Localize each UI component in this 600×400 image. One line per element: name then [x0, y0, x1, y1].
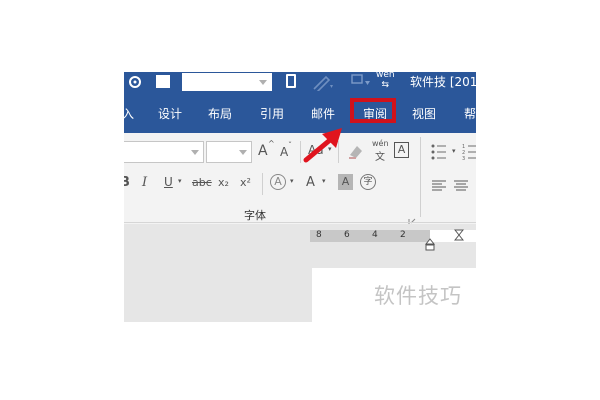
quick-access-icon[interactable] [128, 74, 142, 88]
subscript-button[interactable]: x₂ [218, 176, 229, 189]
underline-dropdown-icon[interactable]: ▾ [178, 177, 182, 185]
tab-help[interactable]: 帮 [464, 105, 476, 122]
font-color-dropdown-icon[interactable]: ▾ [322, 177, 326, 185]
indent-marker-icon[interactable] [424, 236, 436, 255]
ruler-number: 6 [344, 230, 350, 240]
strikethrough-button[interactable]: abc [192, 176, 212, 189]
tab-view[interactable]: 视图 [412, 105, 436, 122]
enclose-characters-button[interactable]: 字 [360, 174, 376, 190]
save-icon[interactable] [156, 75, 170, 88]
new-document-icon[interactable] [286, 74, 296, 88]
bold-button[interactable]: B [124, 175, 130, 190]
phonetic-title-icon[interactable]: wén ⇆ [376, 72, 395, 90]
ribbon-divider-3 [262, 173, 263, 195]
ruler-white-segment [430, 230, 476, 242]
ribbon-bottom-border [124, 222, 476, 223]
shrink-caret-icon: ˇ [288, 141, 292, 150]
text-effects-dropdown-icon[interactable]: ▾ [290, 177, 294, 185]
tab-mailings[interactable]: 邮件 [311, 105, 335, 122]
tab-insert[interactable]: 入 [124, 105, 134, 122]
red-arrow-annotation [303, 128, 342, 163]
ruler-number: 2 [400, 230, 406, 240]
bullets-icon[interactable] [430, 143, 448, 165]
font-size-box[interactable] [206, 141, 252, 163]
numbering-icon[interactable]: 123 [462, 143, 476, 165]
phonetic-guide-top[interactable]: wén [372, 139, 389, 148]
superscript-button[interactable]: x² [240, 176, 251, 189]
character-border-button[interactable]: A [394, 142, 409, 158]
underline-button[interactable]: U [164, 175, 173, 189]
font-name-box[interactable] [124, 141, 204, 163]
first-line-indent-icon[interactable] [453, 226, 465, 245]
grow-caret-icon: ^ [268, 139, 275, 148]
align-left-icon[interactable] [432, 177, 446, 196]
format-painter-icon[interactable] [350, 73, 372, 95]
tab-references[interactable]: 引用 [260, 105, 284, 122]
shrink-font-button[interactable]: A [280, 145, 288, 159]
tab-layout[interactable]: 布局 [208, 105, 232, 122]
document-area: 8 6 4 2 软件技巧 [124, 224, 476, 322]
character-shading-button[interactable]: A [338, 174, 353, 190]
font-color-button[interactable]: A [306, 175, 315, 190]
align-center-icon[interactable] [454, 177, 468, 196]
bullets-dropdown-icon[interactable]: ▾ [452, 147, 456, 155]
italic-button[interactable]: I [142, 175, 147, 190]
quick-access-dropdown[interactable] [182, 73, 272, 91]
review-tab-highlight-box [350, 98, 396, 123]
title-bar: wén ⇆ 软件技 [201 [124, 72, 476, 93]
font-group-label: 字体 [244, 209, 266, 222]
horizontal-ruler [310, 230, 430, 242]
phonetic-guide-bottom[interactable]: 文 [375, 148, 385, 163]
watermark-text: 软件技巧 [374, 284, 462, 308]
svg-text:3: 3 [462, 156, 465, 161]
ruler-number: 8 [316, 230, 322, 240]
tab-design[interactable]: 设计 [158, 105, 182, 122]
group-separator [420, 137, 421, 217]
grow-font-button[interactable]: A [258, 143, 268, 159]
ruler-number: 4 [372, 230, 378, 240]
document-title: 软件技 [201 [410, 75, 476, 89]
text-effects-button[interactable]: A [270, 174, 286, 190]
word-window-crop: wén ⇆ 软件技 [201 入 设计 布局 引用 邮件 审阅 视图 帮 A ^ … [124, 72, 476, 322]
pen-icon[interactable] [312, 73, 334, 95]
